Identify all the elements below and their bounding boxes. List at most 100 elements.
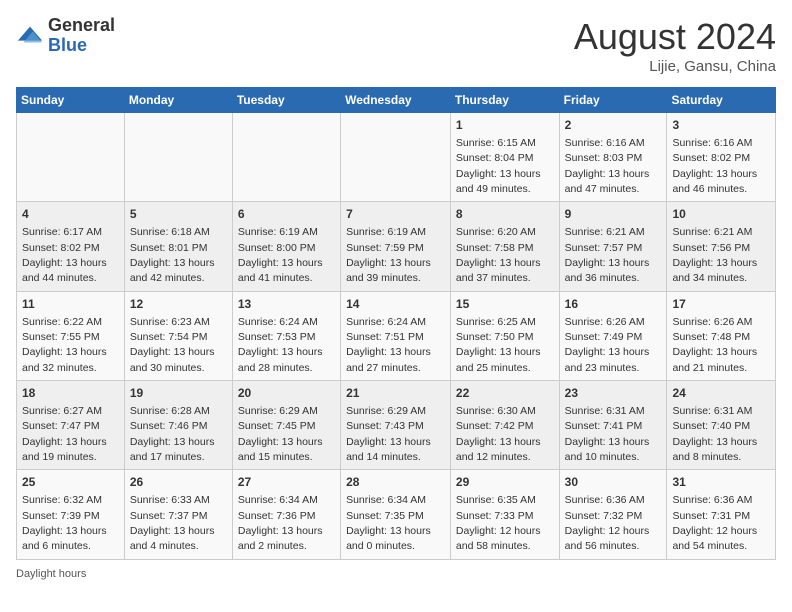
day-number: 11 (22, 296, 119, 313)
day-number: 13 (238, 296, 335, 313)
day-info: Sunrise: 6:19 AM Sunset: 7:59 PM Dayligh… (346, 226, 431, 284)
logo-text: General Blue (48, 16, 115, 56)
calendar-week-2: 4Sunrise: 6:17 AM Sunset: 8:02 PM Daylig… (17, 202, 776, 291)
day-info: Sunrise: 6:20 AM Sunset: 7:58 PM Dayligh… (456, 226, 541, 284)
day-info: Sunrise: 6:36 AM Sunset: 7:32 PM Dayligh… (565, 494, 650, 552)
day-info: Sunrise: 6:24 AM Sunset: 7:53 PM Dayligh… (238, 316, 323, 374)
calendar-cell: 23 Sunrise: 6:31 AM Sunset: 7:41 PM Dayli… (559, 381, 667, 470)
day-number: 18 (22, 385, 119, 402)
day-number: 1 (456, 117, 554, 134)
calendar-cell: 11 Sunrise: 6:22 AM Sunset: 7:55 PM Dayli… (17, 291, 125, 380)
calendar-week-3: 11 Sunrise: 6:22 AM Sunset: 7:55 PM Dayli… (17, 291, 776, 380)
day-number: 14 (346, 296, 445, 313)
calendar-body: 1 Sunrise: 6:15 AM Sunset: 8:04 PM Daylig… (17, 113, 776, 560)
day-info: Sunrise: 6:34 AM Sunset: 7:35 PM Dayligh… (346, 494, 431, 552)
weekday-monday: Monday (124, 88, 232, 113)
calendar-cell: 15 Sunrise: 6:25 AM Sunset: 7:50 PM Dayli… (450, 291, 559, 380)
day-info: Sunrise: 6:19 AM Sunset: 8:00 PM Dayligh… (238, 226, 323, 284)
calendar-table: SundayMondayTuesdayWednesdayThursdayFrid… (16, 87, 776, 560)
day-info: Sunrise: 6:33 AM Sunset: 7:37 PM Dayligh… (130, 494, 215, 552)
day-number: 26 (130, 474, 227, 491)
calendar-week-5: 25 Sunrise: 6:32 AM Sunset: 7:39 PM Dayli… (17, 470, 776, 559)
day-number: 25 (22, 474, 119, 491)
calendar-cell: 29 Sunrise: 6:35 AM Sunset: 7:33 PM Dayli… (450, 470, 559, 559)
day-number: 5 (130, 206, 227, 223)
weekday-saturday: Saturday (667, 88, 776, 113)
day-info: Sunrise: 6:18 AM Sunset: 8:01 PM Dayligh… (130, 226, 215, 284)
day-number: 21 (346, 385, 445, 402)
weekday-tuesday: Tuesday (232, 88, 340, 113)
day-info: Sunrise: 6:15 AM Sunset: 8:04 PM Dayligh… (456, 137, 541, 195)
logo-icon (16, 22, 44, 50)
day-info: Sunrise: 6:29 AM Sunset: 7:45 PM Dayligh… (238, 405, 323, 463)
day-number: 16 (565, 296, 662, 313)
calendar-cell: 5 Sunrise: 6:18 AM Sunset: 8:01 PM Daylig… (124, 202, 232, 291)
day-number: 31 (672, 474, 770, 491)
calendar-cell: 16 Sunrise: 6:26 AM Sunset: 7:49 PM Dayli… (559, 291, 667, 380)
weekday-wednesday: Wednesday (341, 88, 451, 113)
calendar-cell: 13 Sunrise: 6:24 AM Sunset: 7:53 PM Dayli… (232, 291, 340, 380)
day-info: Sunrise: 6:21 AM Sunset: 7:57 PM Dayligh… (565, 226, 650, 284)
month-title: August 2024 (574, 16, 776, 58)
calendar-cell: 4Sunrise: 6:17 AM Sunset: 8:02 PM Daylig… (17, 202, 125, 291)
day-number: 9 (565, 206, 662, 223)
day-info: Sunrise: 6:35 AM Sunset: 7:33 PM Dayligh… (456, 494, 541, 552)
weekday-sunday: Sunday (17, 88, 125, 113)
day-number: 23 (565, 385, 662, 402)
calendar-cell: 1 Sunrise: 6:15 AM Sunset: 8:04 PM Daylig… (450, 113, 559, 202)
day-info: Sunrise: 6:21 AM Sunset: 7:56 PM Dayligh… (672, 226, 757, 284)
day-info: Sunrise: 6:32 AM Sunset: 7:39 PM Dayligh… (22, 494, 107, 552)
day-info: Sunrise: 6:22 AM Sunset: 7:55 PM Dayligh… (22, 316, 107, 374)
calendar-cell (124, 113, 232, 202)
day-info: Sunrise: 6:30 AM Sunset: 7:42 PM Dayligh… (456, 405, 541, 463)
day-number: 7 (346, 206, 445, 223)
day-number: 22 (456, 385, 554, 402)
calendar-cell: 2Sunrise: 6:16 AM Sunset: 8:03 PM Daylig… (559, 113, 667, 202)
daylight-label: Daylight hours (16, 568, 86, 580)
title-block: August 2024 Lijie, Gansu, China (574, 16, 776, 75)
calendar-cell: 28 Sunrise: 6:34 AM Sunset: 7:35 PM Dayli… (341, 470, 451, 559)
calendar-cell: 20 Sunrise: 6:29 AM Sunset: 7:45 PM Dayli… (232, 381, 340, 470)
day-number: 29 (456, 474, 554, 491)
calendar-cell: 21Sunrise: 6:29 AM Sunset: 7:43 PM Dayli… (341, 381, 451, 470)
calendar-cell: 27Sunrise: 6:34 AM Sunset: 7:36 PM Dayli… (232, 470, 340, 559)
day-info: Sunrise: 6:24 AM Sunset: 7:51 PM Dayligh… (346, 316, 431, 374)
calendar-cell: 22 Sunrise: 6:30 AM Sunset: 7:42 PM Dayli… (450, 381, 559, 470)
calendar-week-1: 1 Sunrise: 6:15 AM Sunset: 8:04 PM Daylig… (17, 113, 776, 202)
day-number: 15 (456, 296, 554, 313)
day-info: Sunrise: 6:17 AM Sunset: 8:02 PM Dayligh… (22, 226, 107, 284)
day-number: 10 (672, 206, 770, 223)
day-info: Sunrise: 6:27 AM Sunset: 7:47 PM Dayligh… (22, 405, 107, 463)
calendar-cell: 12Sunrise: 6:23 AM Sunset: 7:54 PM Dayli… (124, 291, 232, 380)
calendar-cell: 18 Sunrise: 6:27 AM Sunset: 7:47 PM Dayli… (17, 381, 125, 470)
day-info: Sunrise: 6:16 AM Sunset: 8:03 PM Dayligh… (565, 137, 650, 195)
day-info: Sunrise: 6:31 AM Sunset: 7:41 PM Dayligh… (565, 405, 650, 463)
calendar-cell: 17Sunrise: 6:26 AM Sunset: 7:48 PM Dayli… (667, 291, 776, 380)
calendar-cell (17, 113, 125, 202)
day-info: Sunrise: 6:26 AM Sunset: 7:49 PM Dayligh… (565, 316, 650, 374)
calendar-cell: 3Sunrise: 6:16 AM Sunset: 8:02 PM Daylig… (667, 113, 776, 202)
weekday-header-row: SundayMondayTuesdayWednesdayThursdayFrid… (17, 88, 776, 113)
calendar-cell (232, 113, 340, 202)
footer: Daylight hours (16, 568, 776, 580)
calendar-cell: 24Sunrise: 6:31 AM Sunset: 7:40 PM Dayli… (667, 381, 776, 470)
calendar-cell: 19Sunrise: 6:28 AM Sunset: 7:46 PM Dayli… (124, 381, 232, 470)
logo: General Blue (16, 16, 115, 56)
day-number: 8 (456, 206, 554, 223)
calendar-cell: 26 Sunrise: 6:33 AM Sunset: 7:37 PM Dayli… (124, 470, 232, 559)
day-number: 28 (346, 474, 445, 491)
day-info: Sunrise: 6:25 AM Sunset: 7:50 PM Dayligh… (456, 316, 541, 374)
calendar-cell: 14 Sunrise: 6:24 AM Sunset: 7:51 PM Dayli… (341, 291, 451, 380)
page-header: General Blue August 2024 Lijie, Gansu, C… (16, 16, 776, 75)
day-number: 20 (238, 385, 335, 402)
logo-general-text: General (48, 16, 115, 36)
day-info: Sunrise: 6:23 AM Sunset: 7:54 PM Dayligh… (130, 316, 215, 374)
weekday-friday: Friday (559, 88, 667, 113)
day-info: Sunrise: 6:36 AM Sunset: 7:31 PM Dayligh… (672, 494, 757, 552)
logo-blue-text: Blue (48, 36, 115, 56)
calendar-cell: 30Sunrise: 6:36 AM Sunset: 7:32 PM Dayli… (559, 470, 667, 559)
day-number: 27 (238, 474, 335, 491)
location: Lijie, Gansu, China (574, 58, 776, 75)
day-number: 6 (238, 206, 335, 223)
calendar-cell: 10 Sunrise: 6:21 AM Sunset: 7:56 PM Dayli… (667, 202, 776, 291)
